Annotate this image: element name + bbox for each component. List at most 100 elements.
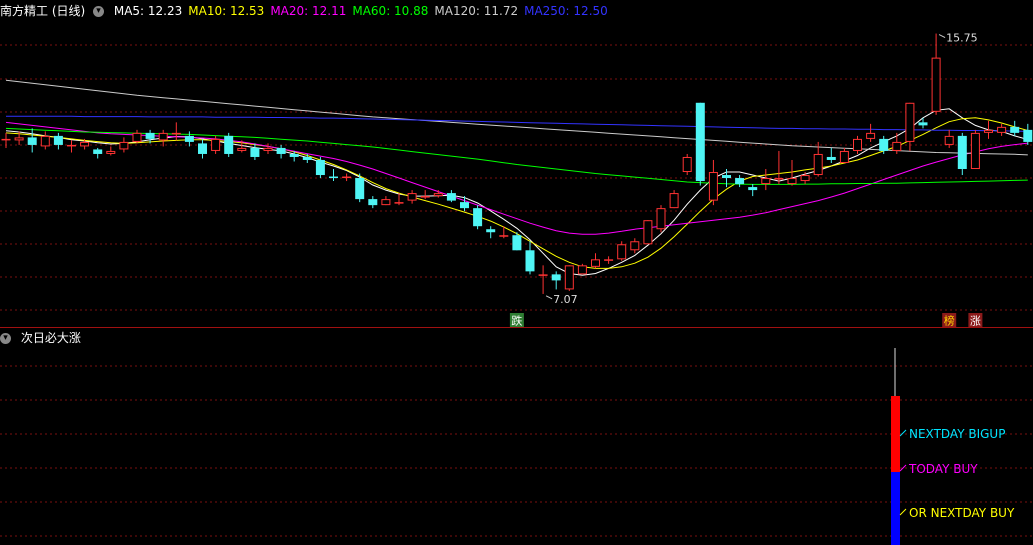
candle-body	[433, 193, 443, 197]
candle-body	[302, 156, 312, 160]
indicator-header: ▾ 次日必大涨	[0, 329, 87, 347]
candle-body	[748, 187, 758, 191]
candle-body	[591, 259, 600, 267]
main-chart-header: 南方精工 (日线) ▾ MA5: 12.23 MA10: 12.53 MA20: 1…	[0, 2, 620, 20]
signal-label: NEXTDAY BIGUP	[909, 427, 1005, 441]
stock-title: 南方精工 (日线)	[0, 4, 86, 18]
badge-label: 榜	[944, 314, 955, 328]
candle-body	[722, 175, 731, 179]
chevron-down-icon[interactable]: ▾	[0, 333, 11, 344]
candle-body	[970, 132, 980, 170]
candle-body	[551, 274, 561, 281]
candle-body	[617, 244, 627, 260]
candle-body	[132, 132, 142, 142]
candle-body	[918, 122, 928, 126]
candle-body	[355, 178, 365, 200]
signal-bar-blue	[891, 472, 900, 545]
stock-chart[interactable]: 15.75 7.07 跌 榜 涨 NEXTDAY BIGUP TODAY BUY OR NEX…	[0, 0, 1033, 545]
ma-legend: MA5: 12.23 MA10: 12.53 MA20: 12.11 MA60: 10…	[114, 4, 614, 18]
candle-body	[211, 138, 221, 151]
candle-body	[577, 265, 587, 275]
candle-body	[774, 178, 784, 180]
candle-body	[184, 135, 194, 142]
candle-body	[957, 135, 967, 170]
candle-body	[315, 159, 325, 176]
candle-body	[931, 57, 941, 112]
candle-body	[158, 132, 168, 141]
badge-label: 涨	[970, 315, 981, 328]
candle-body	[53, 135, 63, 145]
candle-body	[630, 241, 640, 251]
candle-body	[656, 208, 666, 230]
candle-body	[1023, 129, 1033, 142]
candle-body	[984, 129, 993, 133]
candle-body	[905, 102, 915, 142]
candle-body	[525, 250, 535, 272]
candle-body	[499, 235, 509, 237]
candle-body	[761, 178, 771, 185]
candle-body	[800, 175, 810, 182]
ma-label-3: MA60: 10.88	[352, 4, 429, 18]
candle-body	[892, 141, 902, 151]
candle-body	[826, 156, 836, 160]
candle-body	[14, 137, 24, 141]
signal-bar-red	[891, 396, 900, 472]
candle-body	[643, 220, 653, 245]
candle-body	[394, 202, 404, 204]
candle-body	[538, 274, 548, 276]
candle-body	[1, 138, 11, 141]
candle-body	[997, 126, 1007, 133]
badge-label: 跌	[511, 314, 522, 328]
candle-body	[27, 137, 37, 145]
ma-line-ma250	[6, 115, 1028, 132]
signal-label: OR NEXTDAY BUY	[909, 506, 1015, 520]
candle-body	[669, 193, 679, 209]
low-price-label: 7.07	[553, 293, 578, 306]
candle-body	[512, 235, 522, 251]
candle-body	[276, 147, 286, 154]
candle-body	[879, 138, 889, 151]
signal-label: TODAY BUY	[908, 462, 978, 476]
ma-label-2: MA20: 12.11	[270, 4, 347, 18]
candle-body	[106, 150, 116, 154]
candle-body	[329, 176, 338, 179]
candle-body	[198, 143, 207, 154]
candle-body	[67, 144, 76, 147]
ma-label-0: MA5: 12.23	[113, 4, 183, 18]
candle-body	[40, 135, 50, 147]
candle-body	[787, 178, 797, 185]
candle-body	[682, 156, 692, 173]
high-price-label: 15.75	[946, 32, 978, 45]
ma-label-1: MA10: 12.53	[188, 4, 265, 18]
candle-body	[473, 208, 483, 227]
candle-body	[93, 149, 103, 154]
candle-body	[80, 141, 90, 147]
ma-label-4: MA120: 11.72	[434, 4, 519, 18]
chevron-down-icon[interactable]: ▾	[93, 6, 105, 17]
candle-body	[853, 138, 862, 151]
candle-body	[342, 176, 352, 179]
candle-body	[813, 153, 823, 176]
indicator-title: 次日必大涨	[20, 331, 81, 345]
candle-body	[708, 172, 718, 201]
candle-body	[564, 265, 574, 290]
candle-body	[695, 102, 705, 182]
signal-arrow	[899, 508, 907, 516]
candle-body	[460, 202, 469, 209]
candle-body	[1010, 126, 1020, 133]
candle-body	[407, 193, 417, 201]
ma-label-5: MA250: 12.50	[524, 4, 608, 18]
candle-body	[381, 199, 391, 206]
candle-body	[486, 229, 496, 233]
candle-body	[446, 193, 456, 201]
candle-body	[237, 147, 247, 151]
candle-body	[289, 153, 299, 157]
high-price-label-arrow	[938, 34, 946, 38]
candle-body	[119, 141, 129, 150]
candle-body	[944, 135, 954, 145]
low-price-label-arrow	[545, 295, 553, 300]
candle-body	[735, 178, 745, 185]
candle-body	[604, 259, 614, 261]
candle-body	[866, 132, 876, 139]
signal-arrow	[899, 429, 907, 437]
